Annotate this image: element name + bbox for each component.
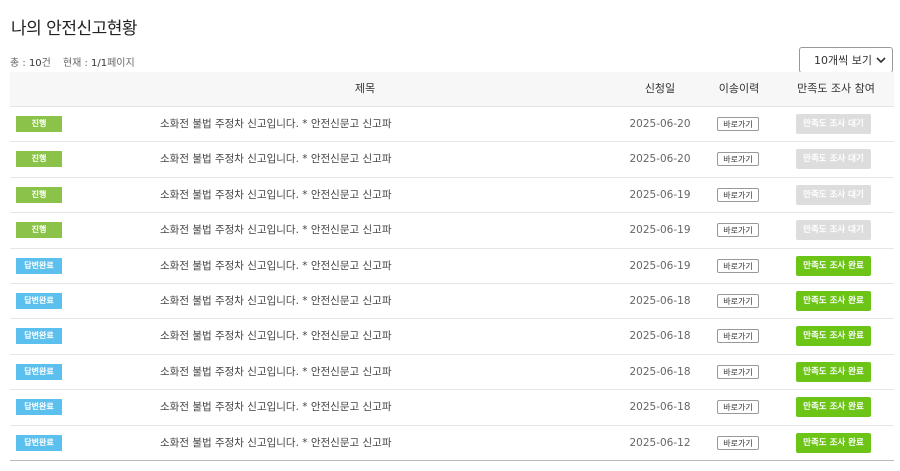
request-date: 2025-06-12 (629, 436, 691, 449)
request-date: 2025-06-18 (629, 294, 691, 307)
report-title-link[interactable]: 소화전 불법 주정차 신고입니다. * 안전신문고 신고파 (160, 142, 391, 176)
per-page-select[interactable]: 10개씩 보기 (799, 47, 893, 73)
report-title-link[interactable]: 소화전 불법 주정차 신고입니다. * 안전신문고 신고파 (160, 355, 391, 389)
chevron-down-icon (876, 57, 886, 64)
history-goto-button[interactable]: 바로가기 (717, 364, 759, 379)
current-page-unit: 페이지 (107, 58, 135, 69)
current-page-value: 1/1 (91, 58, 108, 69)
history-goto-button[interactable]: 바로가기 (717, 152, 759, 167)
request-date: 2025-06-19 (629, 188, 691, 201)
table-row: 답변완료 소화전 불법 주정차 신고입니다. * 안전신문고 신고파 2025-06… (10, 249, 894, 284)
header-date: 신청일 (644, 82, 676, 95)
report-title-link[interactable]: 소화전 불법 주정차 신고입니다. * 안전신문고 신고파 (160, 284, 391, 318)
status-badge: 진행 (16, 222, 62, 239)
history-goto-button[interactable]: 바로가기 (717, 187, 759, 202)
survey-button[interactable]: 만족도 조사 완료 (796, 397, 871, 418)
table-header: 제목 신청일 이송이력 만족도 조사 참여 (10, 72, 894, 107)
table-row: 진행 소화전 불법 주정차 신고입니다. * 안전신문고 신고파 2025-06-2… (10, 107, 894, 143)
history-goto-button[interactable]: 바로가기 (717, 435, 759, 450)
history-goto-button[interactable]: 바로가기 (717, 117, 759, 131)
history-goto-button[interactable]: 바로가기 (717, 223, 759, 238)
report-title-link[interactable]: 소화전 불법 주정차 신고입니다. * 안전신문고 신고파 (160, 426, 391, 460)
header-survey: 만족도 조사 참여 (797, 82, 875, 95)
survey-button[interactable]: 만족도 조사 완료 (796, 255, 871, 276)
survey-button[interactable]: 만족도 조사 완료 (796, 432, 871, 453)
history-goto-button[interactable]: 바로가기 (717, 258, 759, 273)
status-badge: 답변완료 (16, 292, 62, 309)
table-row: 진행 소화전 불법 주정차 신고입니다. * 안전신문고 신고파 2025-06-1… (10, 213, 894, 249)
request-date: 2025-06-18 (629, 330, 691, 343)
report-title-link[interactable]: 소화전 불법 주정차 신고입니다. * 안전신문고 신고파 (160, 178, 391, 212)
per-page-selected: 10개씩 보기 (814, 54, 872, 67)
report-title-link[interactable]: 소화전 불법 주정차 신고입니다. * 안전신문고 신고파 (160, 213, 391, 247)
total-unit: 건 (41, 58, 51, 69)
report-title-link[interactable]: 소화전 불법 주정차 신고입니다. * 안전신문고 신고파 (160, 107, 391, 141)
table-row: 답변완료 소화전 불법 주정차 신고입니다. * 안전신문고 신고파 2025-06… (10, 319, 894, 355)
status-badge: 진행 (16, 151, 62, 168)
history-goto-button[interactable]: 바로가기 (717, 293, 759, 308)
header-history: 이송이력 (718, 82, 760, 95)
table-row: 답변완료 소화전 불법 주정차 신고입니다. * 안전신문고 신고파 2025-06… (10, 390, 894, 426)
table-row: 진행 소화전 불법 주정차 신고입니다. * 안전신문고 신고파 2025-06-2… (10, 142, 894, 178)
status-badge: 답변완료 (16, 328, 62, 345)
report-title-link[interactable]: 소화전 불법 주정차 신고입니다. * 안전신문고 신고파 (160, 249, 391, 283)
table-row: 답변완료 소화전 불법 주정차 신고입니다. * 안전신문고 신고파 2025-06… (10, 426, 894, 461)
table-body: 진행 소화전 불법 주정차 신고입니다. * 안전신문고 신고파 2025-06-2… (10, 107, 894, 461)
survey-button[interactable]: 만족도 조사 완료 (796, 290, 871, 311)
safety-report-status-page: 나의 안전신고현황 총 : 10건 현재 : 1/1페이지 10개씩 보기 제목 … (0, 0, 900, 471)
survey-button[interactable]: 만족도 조사 완료 (796, 361, 871, 382)
request-date: 2025-06-19 (629, 224, 691, 237)
total-label: 총 : (10, 58, 29, 69)
report-table: 제목 신청일 이송이력 만족도 조사 참여 진행소화전 불법 주정차 신고입니다… (10, 72, 894, 461)
request-date: 2025-06-19 (629, 259, 691, 272)
status-badge: 답변완료 (16, 257, 62, 274)
request-date: 2025-06-20 (629, 153, 691, 166)
survey-button: 만족도 조사 대기 (796, 220, 871, 241)
survey-button: 만족도 조사 대기 (796, 149, 871, 170)
table-row: 답변완료 소화전 불법 주정차 신고입니다. * 안전신문고 신고파 2025-06… (10, 284, 894, 320)
header-title: 제목 (354, 82, 376, 95)
list-summary: 총 : 10건 현재 : 1/1페이지 (10, 54, 135, 69)
request-date: 2025-06-20 (629, 118, 691, 130)
survey-button: 만족도 조사 대기 (796, 114, 871, 134)
report-title-link[interactable]: 소화전 불법 주정차 신고입니다. * 안전신문고 신고파 (160, 390, 391, 424)
survey-button[interactable]: 만족도 조사 완료 (796, 326, 871, 347)
table-row: 진행 소화전 불법 주정차 신고입니다. * 안전신문고 신고파 2025-06-1… (10, 178, 894, 214)
total-count: 10 (28, 58, 42, 69)
status-badge: 진행 (16, 116, 62, 132)
request-date: 2025-06-18 (629, 401, 691, 414)
status-badge: 답변완료 (16, 434, 62, 451)
status-badge: 진행 (16, 186, 62, 203)
page-title: 나의 안전신고현황 (11, 19, 138, 39)
status-badge: 답변완료 (16, 399, 62, 416)
request-date: 2025-06-18 (629, 365, 691, 378)
status-badge: 답변완료 (16, 363, 62, 380)
history-goto-button[interactable]: 바로가기 (717, 400, 759, 415)
current-page-label: 현재 : (62, 58, 92, 69)
history-goto-button[interactable]: 바로가기 (717, 329, 759, 344)
report-title-link[interactable]: 소화전 불법 주정차 신고입니다. * 안전신문고 신고파 (160, 319, 391, 353)
survey-button: 만족도 조사 대기 (796, 184, 871, 205)
table-row: 답변완료 소화전 불법 주정차 신고입니다. * 안전신문고 신고파 2025-06… (10, 355, 894, 391)
